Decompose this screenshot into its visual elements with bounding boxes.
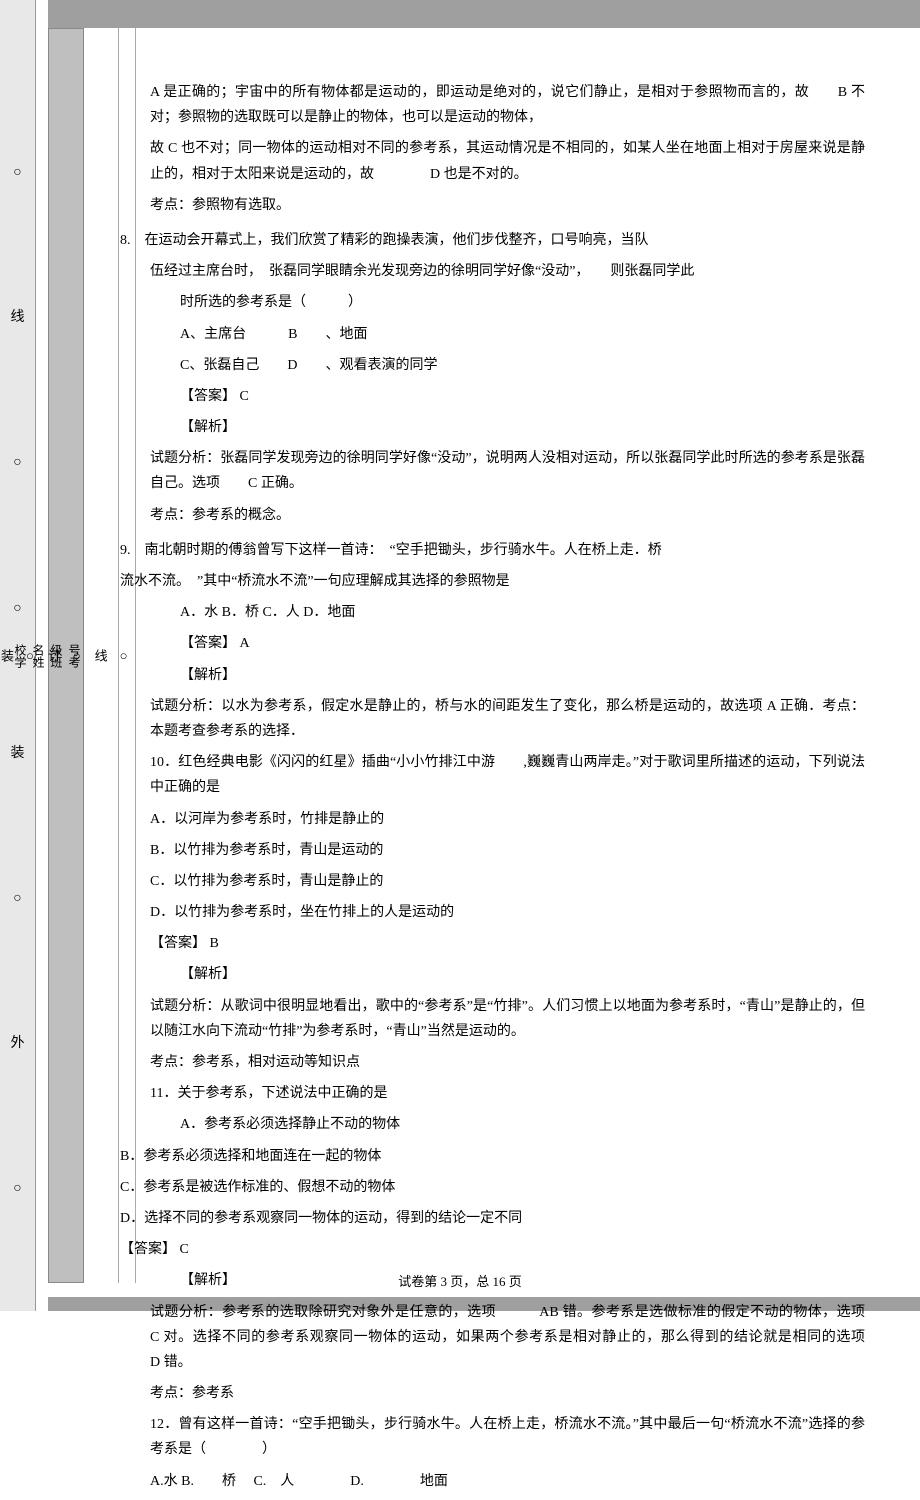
question-10-explanation-header: 【解析】 <box>150 962 865 987</box>
binding-column: ○ 线 ○ 订 ○ 装 ○ 内 ○ <box>118 28 136 1283</box>
question-11-keypoint: 考点：参考系 <box>150 1381 865 1406</box>
key-point: 考点：参照物有选取。 <box>150 193 865 218</box>
rail-mark: ○ <box>13 596 21 621</box>
question-8-stem: 8. 在运动会开幕式上，我们欣赏了精彩的跑操表演，他们步伐整齐，口号响亮，当队 <box>120 228 865 253</box>
question-8-option-cd: C、张磊自己 D 、观看表演的同学 <box>150 353 865 378</box>
binding-mark: 订 <box>41 649 64 662</box>
question-9-continuation: 流水不流。 ”其中“桥流水不流”一句应理解成其选择的参照物是 <box>120 569 865 594</box>
question-10-answer: 【答案】 B <box>150 931 865 956</box>
question-10-explanation: 试题分析：从歌词中很明显地看出，歌中的“参考系”是“竹排”。人们习惯上以地面为参… <box>150 994 865 1044</box>
question-10-option-a: A．以河岸为参考系时，竹排是静止的 <box>150 807 865 832</box>
question-8-explanation: 试题分析：张磊同学发现旁边的徐明同学好像“没动”，说明两人没相对运动，所以张磊同… <box>150 446 865 496</box>
question-8-answer: 【答案】 C <box>150 384 865 409</box>
question-11-option-b: B．参考系必须选择和地面连在一起的物体 <box>120 1144 865 1169</box>
rail-mark: 线 <box>11 305 25 330</box>
question-11-option-d: D．选择不同的参考系观察同一物体的运动，得到的结论一定不同 <box>120 1206 865 1231</box>
question-8-continuation: 伍经过主席台时， 张磊同学眼睛余光发现旁边的徐明同学好像“没动”， 则张磊同学此 <box>150 259 865 284</box>
rail-mark: 外 <box>11 1031 25 1056</box>
question-11-option-a: A．参考系必须选择静止不动的物体 <box>150 1112 865 1137</box>
continuation-paragraph: 故 C 也不对；同一物体的运动相对不同的参考系，其运动情况是不相同的，如某人坐在… <box>150 136 865 186</box>
question-8-option-ab: A、主席台 B 、地面 <box>150 322 865 347</box>
rail-mark: ○ <box>13 886 21 911</box>
question-10-option-c: C．以竹排为参考系时，青山是静止的 <box>150 869 865 894</box>
continuation-paragraph: A 是正确的；宇宙中的所有物体都是运动的，即运动是绝对的，说它们静止，是相对于参… <box>150 80 865 130</box>
binding-mark: ○ <box>65 648 88 663</box>
binding-mark: 线 <box>88 649 111 662</box>
top-gray-bar <box>48 0 920 28</box>
question-11-option-c: C．参考系是被选作标准的、假想不动的物体 <box>120 1175 865 1200</box>
page-footer: 试卷第 3 页，总 16 页 <box>0 1270 920 1293</box>
question-11-answer: 【答案】 C <box>120 1237 865 1262</box>
question-9-answer: 【答案】 A <box>150 631 865 656</box>
question-9-explanation: 试题分析：以水为参考系，假定水是静止的，桥与水的间距发生了变化，那么桥是运动的，… <box>150 694 865 744</box>
question-9-options: A．水 B．桥 C．人 D．地面 <box>150 600 865 625</box>
question-9-stem: 9. 南北朝时期的傅翁曾写下这样一首诗： “空手把锄头，步行骑水牛。人在桥上走．… <box>120 538 865 563</box>
binding-mark: ○ <box>112 648 135 663</box>
question-9-explanation-header: 【解析】 <box>150 663 865 688</box>
question-8-continuation: 时所选的参考系是（ ） <box>150 290 865 315</box>
question-10-stem: 10．红色经典电影《闪闪的红星》插曲“小小竹排江中游 ,巍巍青山两岸走。”对于歌… <box>150 750 865 800</box>
rail-mark: ○ <box>13 1176 21 1201</box>
question-12-stem: 12．曾有这样一首诗：“空手把锄头，步行骑水牛。人在桥上走，桥流水不流。”其中最… <box>150 1412 865 1462</box>
question-10-keypoint: 考点：参考系，相对运动等知识点 <box>150 1050 865 1075</box>
binding-mark: ○ <box>18 648 41 663</box>
question-12-options: A.水 B. 桥 C. 人 D. 地面 <box>150 1469 865 1494</box>
question-8-keypoint: 考点：参考系的概念。 <box>150 503 865 528</box>
question-8-explanation-header: 【解析】 <box>150 415 865 440</box>
question-10-option-b: B．以竹排为参考系时，青山是运动的 <box>150 838 865 863</box>
rail-mark: ○ <box>13 160 21 185</box>
question-11-stem: 11．关于参考系，下述说法中正确的是 <box>150 1081 865 1106</box>
rail-mark: ○ <box>13 450 21 475</box>
binding-mark: 装 <box>0 649 18 662</box>
rail-mark: 装 <box>11 741 25 766</box>
question-10-option-d: D．以竹排为参考系时，坐在竹排上的人是运动的 <box>150 900 865 925</box>
